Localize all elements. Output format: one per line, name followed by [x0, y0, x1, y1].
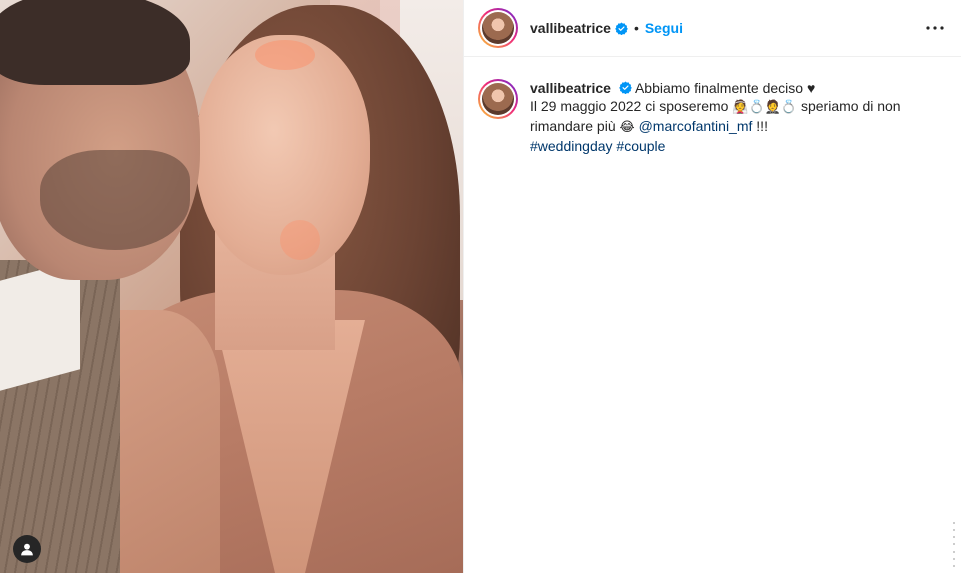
header-separator: •: [633, 20, 639, 36]
photo-light-flare-2: [280, 220, 320, 260]
hashtag-link[interactable]: #couple: [616, 138, 665, 154]
author-avatar[interactable]: [478, 8, 518, 48]
caption: vallibeatrice Abbiamo finalmente deciso …: [464, 57, 961, 155]
hashtag-link[interactable]: #weddingday: [530, 138, 613, 154]
mention-link[interactable]: @marcofantini_mf: [639, 118, 753, 134]
more-options-icon: [926, 26, 944, 30]
more-options-button[interactable]: [923, 16, 947, 40]
caption-line-1: Abbiamo finalmente deciso ♥: [634, 80, 816, 96]
caption-line-2: Il 29 maggio 2022 ci sposeremo: [530, 98, 729, 114]
laughing-emoji: 😂: [619, 120, 635, 135]
caption-avatar-image: [482, 83, 514, 115]
author-avatar-image: [482, 12, 514, 44]
scroll-indicator[interactable]: [951, 522, 957, 567]
photo-man-hair: [0, 0, 190, 85]
post-side-panel: vallibeatrice • Segui vallibeatrice Abbi…: [464, 0, 961, 573]
verified-badge-icon: [618, 81, 632, 94]
photo-man-beard: [40, 150, 190, 250]
user-tag-icon: [21, 543, 33, 556]
post-header: vallibeatrice • Segui: [464, 0, 961, 57]
caption-username[interactable]: vallibeatrice: [530, 80, 611, 96]
caption-author-avatar[interactable]: [478, 79, 518, 119]
tagged-users-button[interactable]: [13, 535, 41, 563]
post-photo[interactable]: [0, 0, 463, 573]
caption-tail: !!!: [756, 118, 768, 134]
header-user-info: vallibeatrice • Segui: [530, 20, 683, 36]
instagram-post: vallibeatrice • Segui vallibeatrice Abbi…: [0, 0, 961, 573]
caption-body: vallibeatrice Abbiamo finalmente deciso …: [530, 79, 940, 155]
author-username[interactable]: vallibeatrice: [530, 20, 611, 36]
photo-light-flare: [255, 40, 315, 70]
verified-badge-icon: [615, 22, 628, 35]
wedding-emojis: 👰💍🤵💍: [732, 100, 798, 115]
follow-button[interactable]: Segui: [645, 20, 683, 36]
